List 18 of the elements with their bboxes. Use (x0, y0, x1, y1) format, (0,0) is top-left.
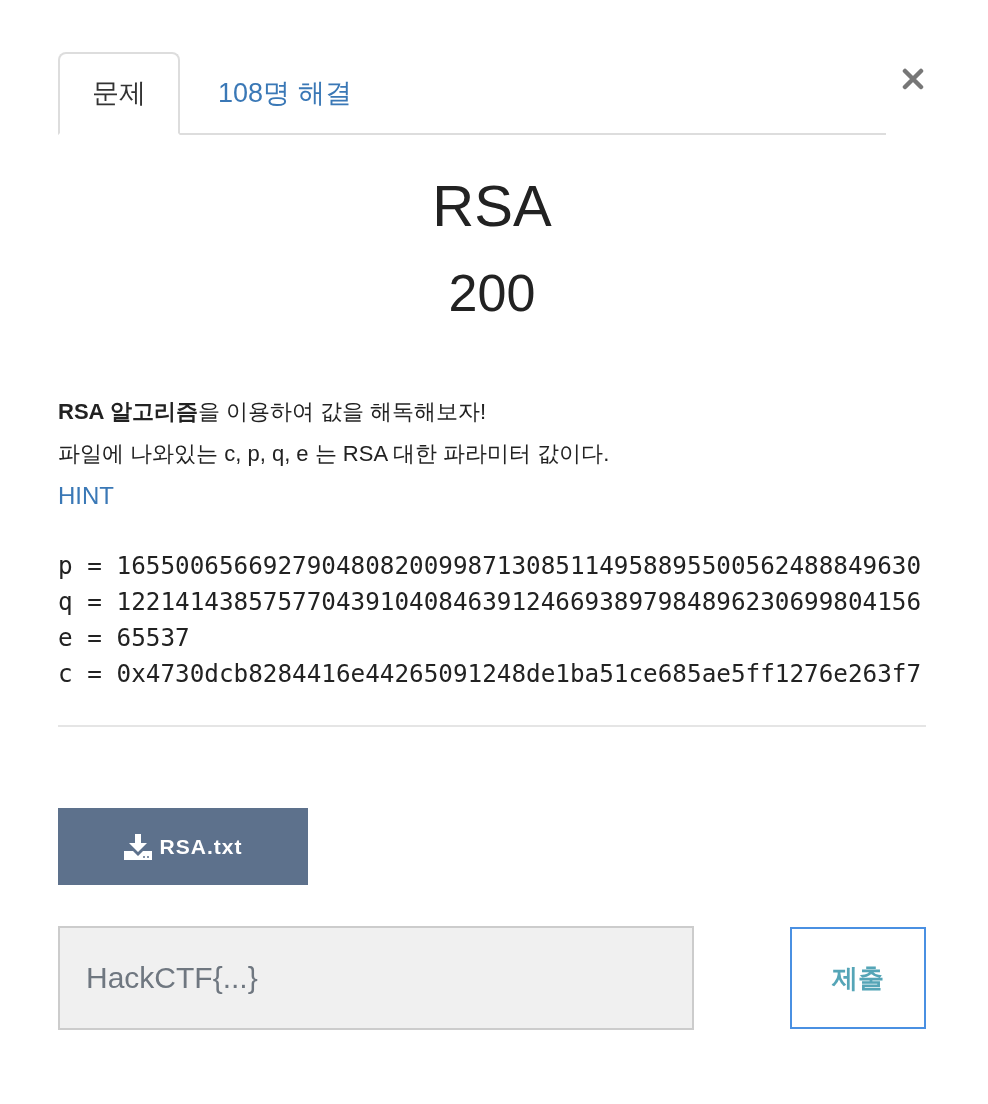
tab[interactable]: 문제 (58, 52, 180, 135)
close-icon (902, 68, 924, 90)
challenge-points: 200 (447, 263, 537, 324)
download-icon (123, 833, 152, 860)
code-line: e = 65537 (58, 623, 190, 652)
code-line: p = 1655006566927904808200998713085114958895500562488849630 (58, 551, 922, 580)
download-button[interactable]: RSA.txt (58, 808, 308, 885)
code-line: c = 0x4730dcb8284416e44265091248de1ba51ce685ae5ff1276e263f7 (58, 659, 922, 688)
hint-link[interactable]: HINT (58, 482, 114, 509)
challenge-title: RSA (431, 172, 553, 240)
download-label: RSA.txt (159, 833, 243, 860)
submit-button[interactable]: 제출 (790, 927, 926, 1029)
description-text: RSA 알고리즘을 이용하여 값을 해독해보자! (58, 398, 488, 426)
flag-input-field[interactable]: HackCTF{...} (58, 926, 694, 1030)
description-text: 파일에 나와있는 c, p, q, e 는 RSA 대한 파라미터 값이다. (58, 440, 611, 468)
close-button[interactable] (900, 66, 926, 92)
tab[interactable]: 108명 해결 (180, 52, 390, 135)
code-line: q = 1221414385757704391040846391246693897984896230699804156 (58, 587, 922, 616)
